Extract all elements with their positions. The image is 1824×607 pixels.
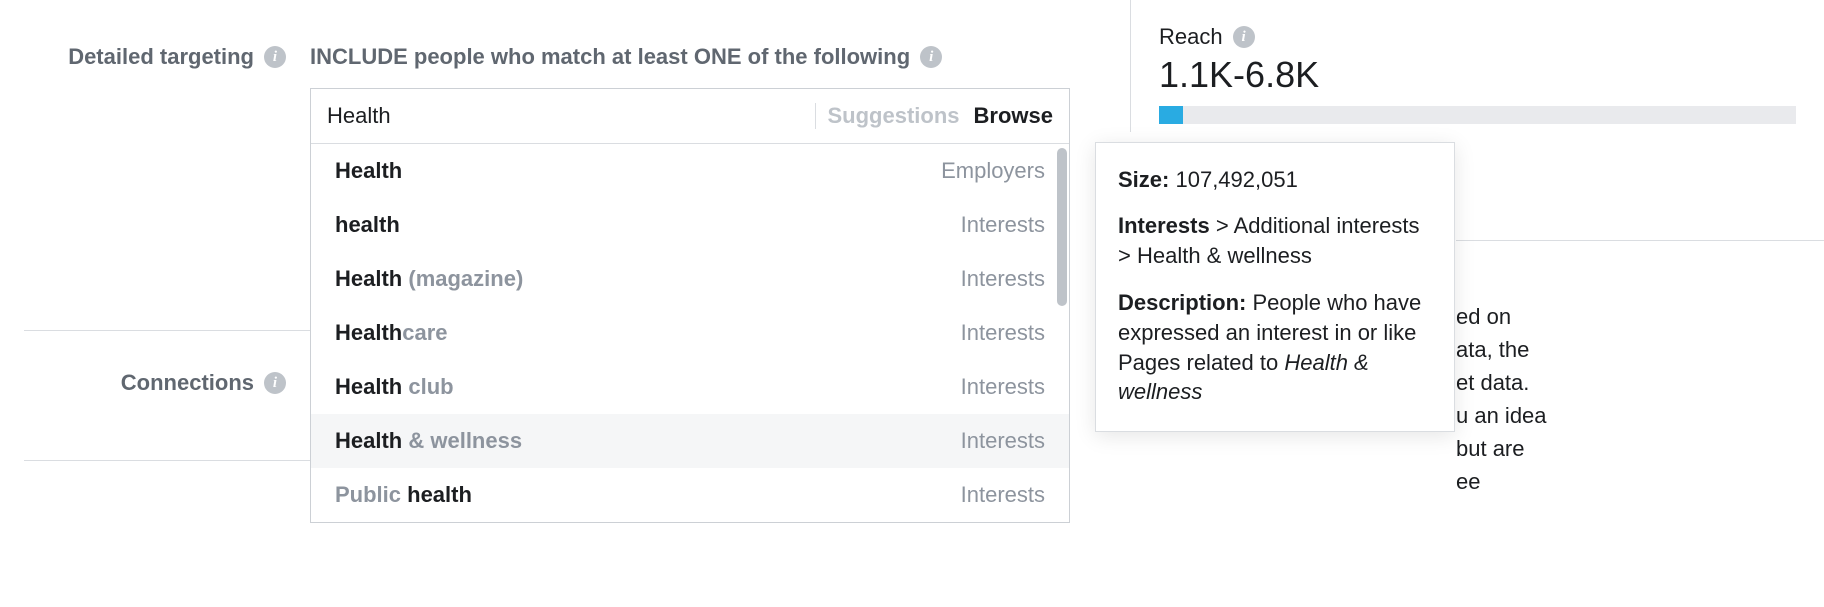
tooltip-size: Size: 107,492,051 (1118, 167, 1432, 193)
info-icon[interactable]: i (264, 46, 286, 68)
list-item-category: Employers (941, 158, 1045, 184)
list-item-label: Health & wellness (335, 428, 522, 454)
list-item[interactable]: health Interests (311, 198, 1069, 252)
connections-text: Connections (121, 370, 254, 396)
tooltip-description: Description: People who have expressed a… (1118, 288, 1432, 407)
suggestions-link[interactable]: Suggestions (828, 103, 960, 129)
list-item-category: Interests (961, 320, 1045, 346)
list-item[interactable]: Health & wellness Interests (311, 414, 1069, 468)
list-item-category: Interests (961, 374, 1045, 400)
reach-box: Reach i 1.1K-6.8K (1131, 0, 1824, 132)
list-item-label: Healthcare (335, 320, 448, 346)
detailed-targeting-label: Detailed targeting i (0, 44, 286, 70)
reach-bar (1159, 106, 1796, 124)
reach-value: 1.1K-6.8K (1159, 54, 1796, 96)
tooltip-breadcrumb: Interests > Additional interests > Healt… (1118, 211, 1432, 270)
info-icon[interactable]: i (920, 46, 942, 68)
right-panel: Reach i 1.1K-6.8K (1130, 0, 1824, 132)
include-header: INCLUDE people who match at least ONE of… (310, 44, 1080, 70)
background-text: ed on ata, the et data. u an idea but ar… (1456, 300, 1824, 498)
detailed-targeting-text: Detailed targeting (68, 44, 254, 70)
list-item-category: Interests (961, 212, 1045, 238)
info-icon[interactable]: i (264, 372, 286, 394)
list-item-label: Health (magazine) (335, 266, 523, 292)
divider (24, 330, 310, 331)
info-icon[interactable]: i (1233, 26, 1255, 48)
reach-bar-fill (1159, 106, 1183, 124)
include-header-text: INCLUDE people who match at least ONE of… (310, 44, 910, 70)
list-item-label: Health club (335, 374, 454, 400)
suggestion-dropdown: Health Employers health Interests Health… (311, 143, 1069, 522)
list-item[interactable]: Public health Interests (311, 468, 1069, 522)
list-item-label: health (335, 212, 400, 238)
connections-label: Connections i (0, 370, 286, 396)
browse-link[interactable]: Browse (974, 103, 1053, 129)
search-input-row: Suggestions Browse (311, 89, 1069, 143)
targeting-search-box: Suggestions Browse Health Employers heal… (310, 88, 1070, 523)
list-item[interactable]: Health club Interests (311, 360, 1069, 414)
divider (1456, 240, 1824, 241)
reach-label: Reach (1159, 24, 1223, 50)
list-item-category: Interests (961, 428, 1045, 454)
reach-label-row: Reach i (1159, 24, 1796, 50)
divider (815, 103, 816, 129)
divider (24, 460, 310, 461)
list-item-category: Interests (961, 266, 1045, 292)
search-input[interactable] (327, 103, 803, 129)
list-item-label: Health (335, 158, 402, 184)
list-item[interactable]: Healthcare Interests (311, 306, 1069, 360)
interest-tooltip: Size: 107,492,051 Interests > Additional… (1095, 142, 1455, 432)
scrollbar-thumb[interactable] (1057, 148, 1067, 306)
list-item-category: Interests (961, 482, 1045, 508)
list-item-label: Public health (335, 482, 472, 508)
list-item[interactable]: Health Employers (311, 144, 1069, 198)
list-item[interactable]: Health (magazine) Interests (311, 252, 1069, 306)
